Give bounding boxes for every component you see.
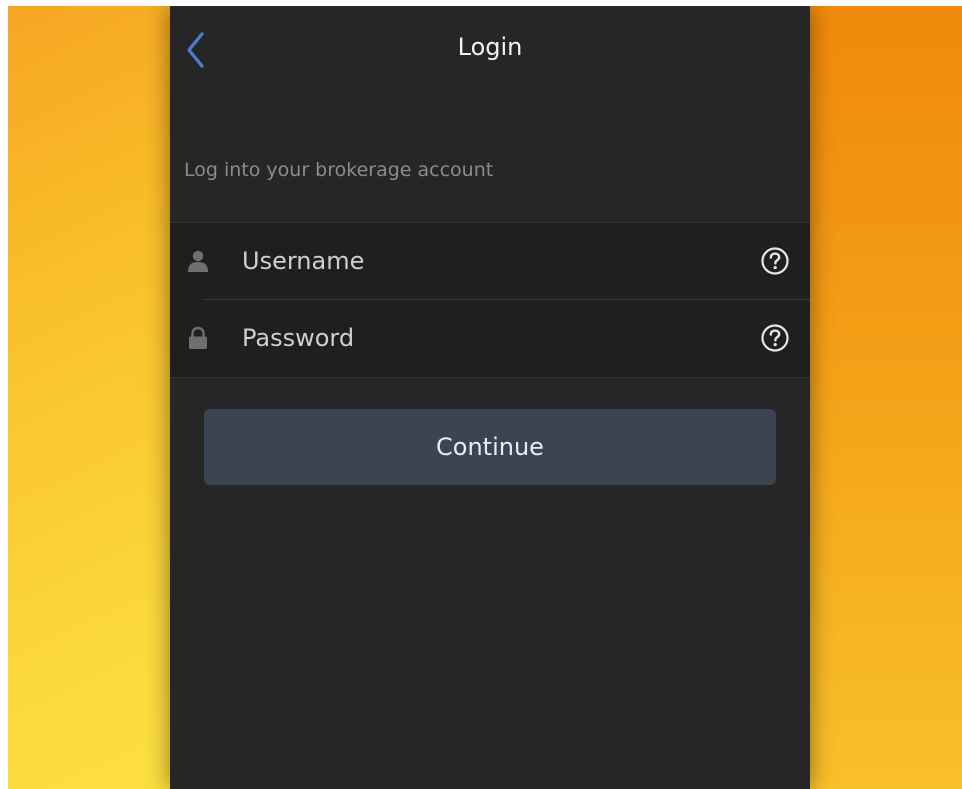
- username-row: [170, 223, 810, 300]
- navigation-bar: Login: [170, 6, 810, 90]
- page-title: Login: [457, 33, 523, 61]
- question-circle-icon: [761, 324, 789, 352]
- login-screen: Login Log into your brokerage account Us…: [170, 6, 810, 789]
- background-gradient: [802, 6, 962, 789]
- section-header: Log into your brokerage account: [184, 159, 494, 181]
- username-input[interactable]: [242, 241, 742, 281]
- user-icon: [188, 250, 208, 272]
- background: Login Log into your brokerage account Us…: [8, 6, 962, 789]
- lock-icon: [189, 326, 207, 349]
- password-help-button[interactable]: [760, 323, 790, 353]
- question-circle-icon: [761, 247, 789, 275]
- continue-button[interactable]: Continue: [204, 409, 776, 485]
- username-help-button[interactable]: [760, 246, 790, 276]
- login-form: [170, 222, 810, 378]
- password-input[interactable]: [242, 318, 742, 358]
- password-row: [170, 300, 810, 376]
